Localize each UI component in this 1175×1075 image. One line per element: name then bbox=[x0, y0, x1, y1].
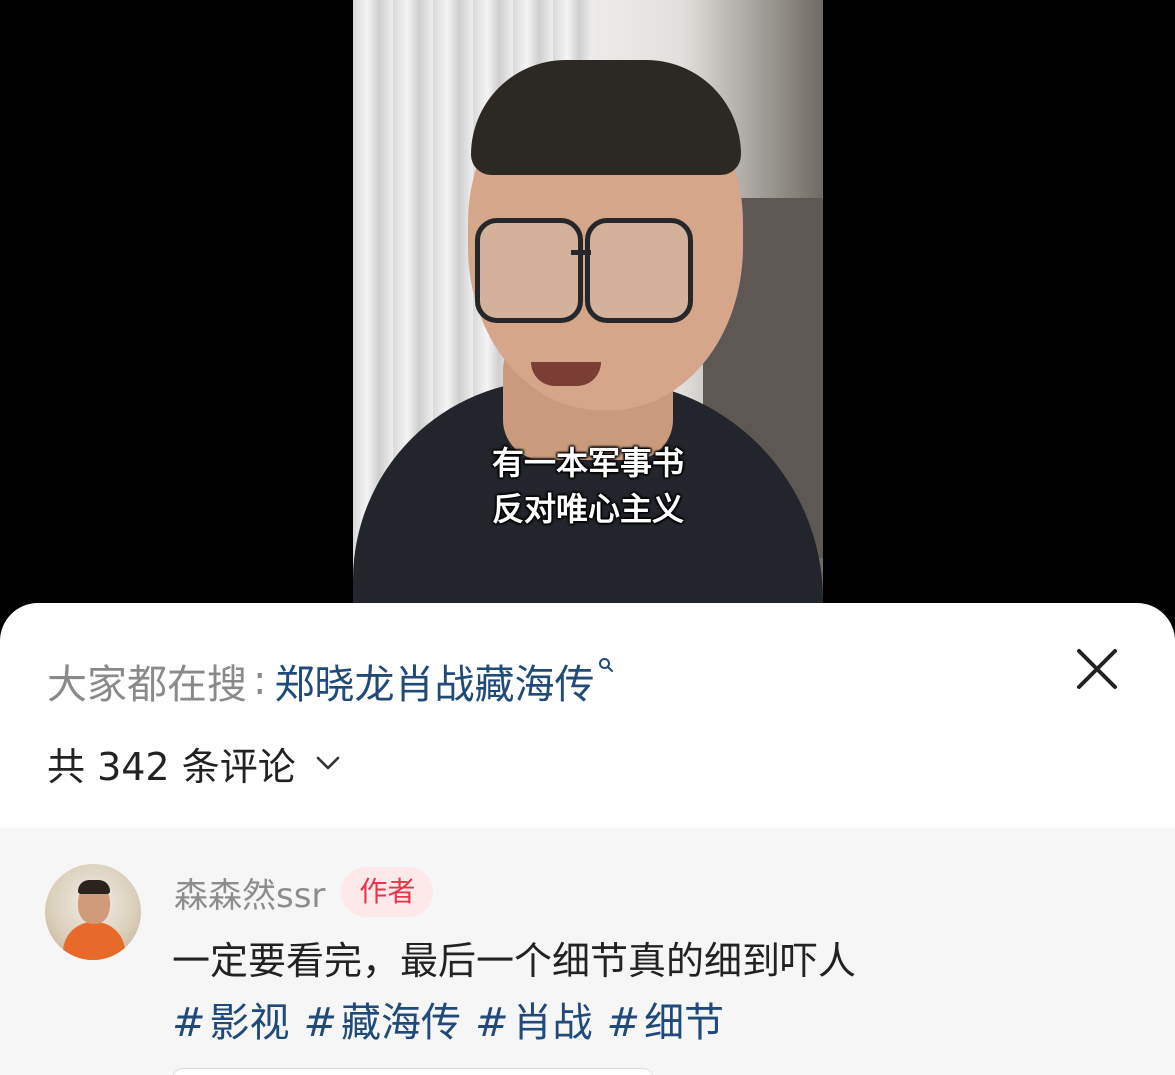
avatar[interactable] bbox=[45, 864, 141, 960]
close-icon bbox=[1077, 649, 1117, 689]
comment-tags: # 影视 # 藏海传 # 肖战 # 细节 bbox=[172, 990, 738, 1048]
hashtag-icon: # bbox=[475, 1000, 509, 1046]
hashtag-label: 影视 bbox=[209, 1000, 290, 1046]
comment-text: 一定要看完，最后一个细节真的细到吓人 bbox=[172, 939, 857, 983]
comment-media-preview[interactable] bbox=[172, 1068, 654, 1075]
comment-sheet: 大家都在搜 : 郑晓龙肖战藏海传 共 342 条评论 森森然ssr 作者 一定要… bbox=[0, 603, 1175, 1075]
comment-count-label: 共 342 条评论 bbox=[47, 744, 296, 789]
close-button[interactable] bbox=[1075, 647, 1119, 691]
hashtag-label: 肖战 bbox=[512, 1000, 593, 1046]
trending-search-prefix: 大家都在搜 bbox=[47, 662, 247, 708]
comment-count-sort[interactable]: 共 342 条评论 bbox=[47, 735, 342, 791]
comment-username[interactable]: 森森然ssr bbox=[174, 868, 325, 917]
video-person-glasses-bridge bbox=[571, 250, 591, 255]
app-root: 有一本军事书 反对唯心主义 大家都在搜 : 郑晓龙肖战藏海传 共 342 条评论 bbox=[0, 0, 1175, 1075]
trending-search[interactable]: 大家都在搜 : 郑晓龙肖战藏海传 bbox=[47, 652, 614, 710]
video-subtitle: 有一本军事书 反对唯心主义 bbox=[353, 440, 823, 532]
hashtag-link[interactable]: # 影视 bbox=[172, 990, 290, 1048]
video-player[interactable]: 有一本军事书 反对唯心主义 bbox=[353, 0, 823, 640]
hashtag-label: 细节 bbox=[644, 1000, 725, 1046]
video-person-hair bbox=[471, 60, 741, 175]
comment-list: 森森然ssr 作者 一定要看完，最后一个细节真的细到吓人 # 影视 # 藏海传 # 肖… bbox=[0, 828, 1175, 1075]
trending-search-term[interactable]: 郑晓龙肖战藏海传 bbox=[274, 652, 594, 710]
hashtag-icon: # bbox=[303, 1000, 338, 1046]
video-person-glasses-right bbox=[585, 218, 693, 323]
chevron-down-icon bbox=[316, 756, 340, 770]
avatar-hair bbox=[78, 880, 110, 894]
hashtag-link[interactable]: # 细节 bbox=[607, 990, 725, 1048]
hashtag-icon: # bbox=[606, 1000, 641, 1046]
author-badge: 作者 bbox=[341, 867, 434, 917]
trending-search-colon: : bbox=[253, 658, 267, 704]
hashtag-icon: # bbox=[172, 1000, 206, 1046]
subtitle-line-2: 反对唯心主义 bbox=[491, 490, 684, 528]
hashtag-link[interactable]: # 藏海传 bbox=[304, 990, 462, 1048]
search-icon bbox=[598, 657, 614, 672]
subtitle-line-1: 有一本军事书 bbox=[491, 444, 684, 482]
avatar-shirt bbox=[63, 922, 125, 960]
video-person-glasses-left bbox=[475, 218, 583, 323]
hashtag-label: 藏海传 bbox=[341, 1000, 462, 1046]
comment-header: 森森然ssr 作者 bbox=[174, 866, 434, 918]
hashtag-link[interactable]: # 肖战 bbox=[475, 990, 593, 1048]
